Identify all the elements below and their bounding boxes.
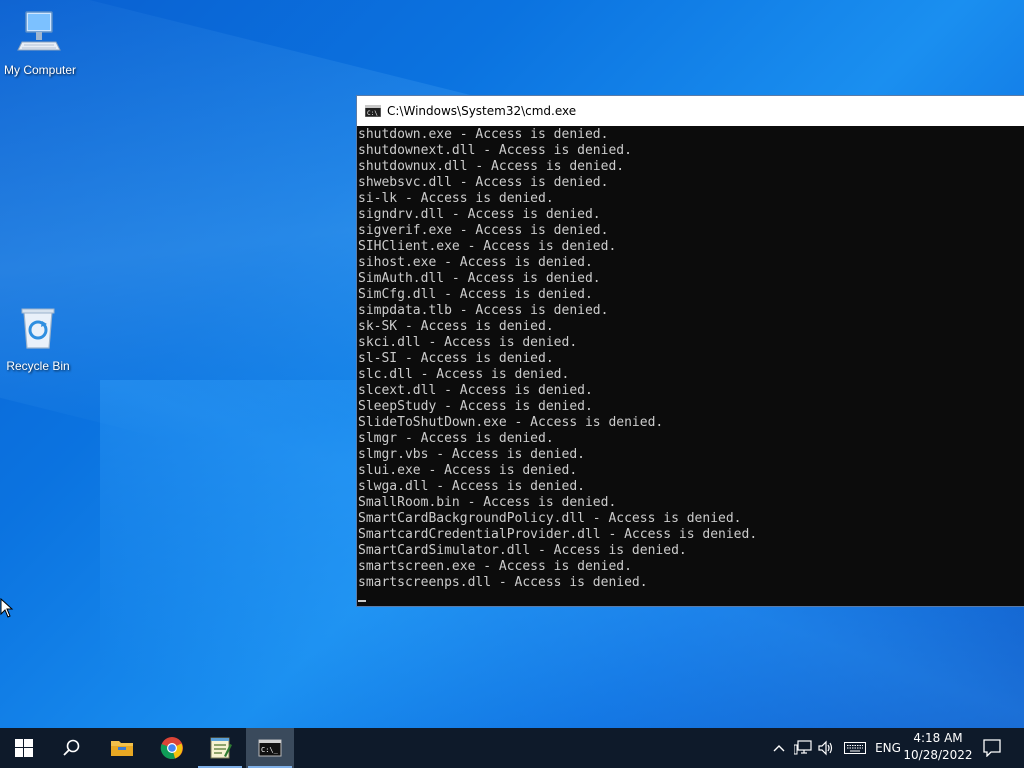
desktop-icon-my-computer[interactable]: My Computer	[0, 8, 80, 77]
recycle-bin-icon	[21, 308, 55, 349]
notification-icon	[983, 739, 1001, 757]
cmd-titlebar[interactable]: C:\ C:\Windows\System32\cmd.exe	[357, 96, 1024, 126]
file-explorer-button[interactable]	[98, 728, 146, 768]
cmd-icon: C:\_	[258, 739, 282, 757]
taskbar: C:\_ ENG 4:18 AM 10/28/2022	[0, 728, 1024, 768]
console-cursor	[358, 600, 366, 602]
console-line: si-lk - Access is denied.	[358, 191, 554, 206]
keyboard-icon	[844, 742, 866, 754]
svg-text:C:\_: C:\_	[261, 746, 279, 754]
console-line: SimCfg.dll - Access is denied.	[358, 287, 593, 302]
volume-tray-button[interactable]	[815, 728, 837, 768]
network-tray-button[interactable]	[792, 728, 814, 768]
console-line: slmgr - Access is denied.	[358, 431, 554, 446]
console-line: SlideToShutDown.exe - Access is denied.	[358, 415, 664, 430]
chevron-up-icon	[773, 745, 785, 752]
search-button[interactable]	[48, 728, 96, 768]
show-hidden-icons-button[interactable]	[768, 728, 790, 768]
console-line: sl-SI - Access is denied.	[358, 351, 554, 366]
console-line: SleepStudy - Access is denied.	[358, 399, 593, 414]
clock-date: 10/28/2022	[903, 748, 973, 762]
desktop-icon-label: Recycle Bin	[6, 359, 70, 373]
console-line: SimAuth.dll - Access is denied.	[358, 271, 601, 286]
console-line: SmartcardCredentialProvider.dll - Access…	[358, 527, 758, 542]
svg-text:C:\: C:\	[367, 110, 378, 117]
console-line: sk-SK - Access is denied.	[358, 319, 554, 334]
console-line: skci.dll - Access is denied.	[358, 335, 578, 350]
input-language-button[interactable]: ENG	[872, 728, 904, 768]
console-line: signdrv.dll - Access is denied.	[358, 207, 601, 222]
console-line: shutdown.exe - Access is denied.	[358, 127, 609, 142]
clock-time: 4:18 AM	[913, 731, 963, 745]
folder-icon	[111, 741, 133, 756]
desktop-icon-recycle-bin[interactable]: Recycle Bin	[0, 304, 78, 373]
cmd-console-output[interactable]: shutdown.exe - Access is denied. shutdown…	[357, 126, 1024, 605]
console-line: slcext.dll - Access is denied.	[358, 383, 593, 398]
console-line: simpdata.tlb - Access is denied.	[358, 303, 609, 318]
console-line: shutdownext.dll - Access is denied.	[358, 143, 632, 158]
network-icon	[794, 740, 812, 755]
cmd-window-title: C:\Windows\System32\cmd.exe	[387, 104, 577, 118]
desktop: My Computer Recycle Bin C:\ C:\Windows\S…	[0, 0, 1024, 728]
taskbar-clock[interactable]: 4:18 AM 10/28/2022	[902, 730, 974, 766]
mouse-pointer-icon	[0, 598, 14, 618]
console-line: SmallRoom.bin - Access is denied.	[358, 495, 617, 510]
notepad-button[interactable]	[196, 728, 244, 768]
console-line: slwga.dll - Access is denied.	[358, 479, 585, 494]
computer-icon	[17, 11, 61, 51]
console-line: sihost.exe - Access is denied.	[358, 255, 593, 270]
cmd-taskbar-button[interactable]: C:\_	[246, 728, 294, 768]
console-line: SmartCardSimulator.dll - Access is denie…	[358, 543, 687, 558]
console-line: smartscreenps.dll - Access is denied.	[358, 575, 648, 590]
console-line: shutdownux.dll - Access is denied.	[358, 159, 625, 174]
notepad-icon	[210, 737, 232, 759]
chrome-button[interactable]	[148, 728, 196, 768]
start-button[interactable]	[0, 728, 48, 768]
console-line: slc.dll - Access is denied.	[358, 367, 570, 382]
speaker-icon	[818, 740, 833, 756]
search-icon	[63, 739, 80, 756]
console-line: sigverif.exe - Access is denied.	[358, 223, 609, 238]
console-line: smartscreen.exe - Access is denied.	[358, 559, 632, 574]
cmd-window[interactable]: C:\ C:\Windows\System32\cmd.exe shutdown…	[356, 95, 1024, 607]
console-line: shwebsvc.dll - Access is denied.	[358, 175, 609, 190]
chrome-icon	[160, 737, 183, 759]
cmd-icon: C:\	[365, 105, 381, 117]
touch-keyboard-button[interactable]	[842, 728, 868, 768]
action-center-button[interactable]	[980, 728, 1004, 768]
windows-logo-icon	[15, 739, 33, 757]
console-line: slui.exe - Access is denied.	[358, 463, 578, 478]
desktop-icon-label: My Computer	[3, 63, 77, 77]
console-line: SIHClient.exe - Access is denied.	[358, 239, 617, 254]
console-line: SmartCardBackgroundPolicy.dll - Access i…	[358, 511, 742, 526]
console-line: slmgr.vbs - Access is denied.	[358, 447, 585, 462]
